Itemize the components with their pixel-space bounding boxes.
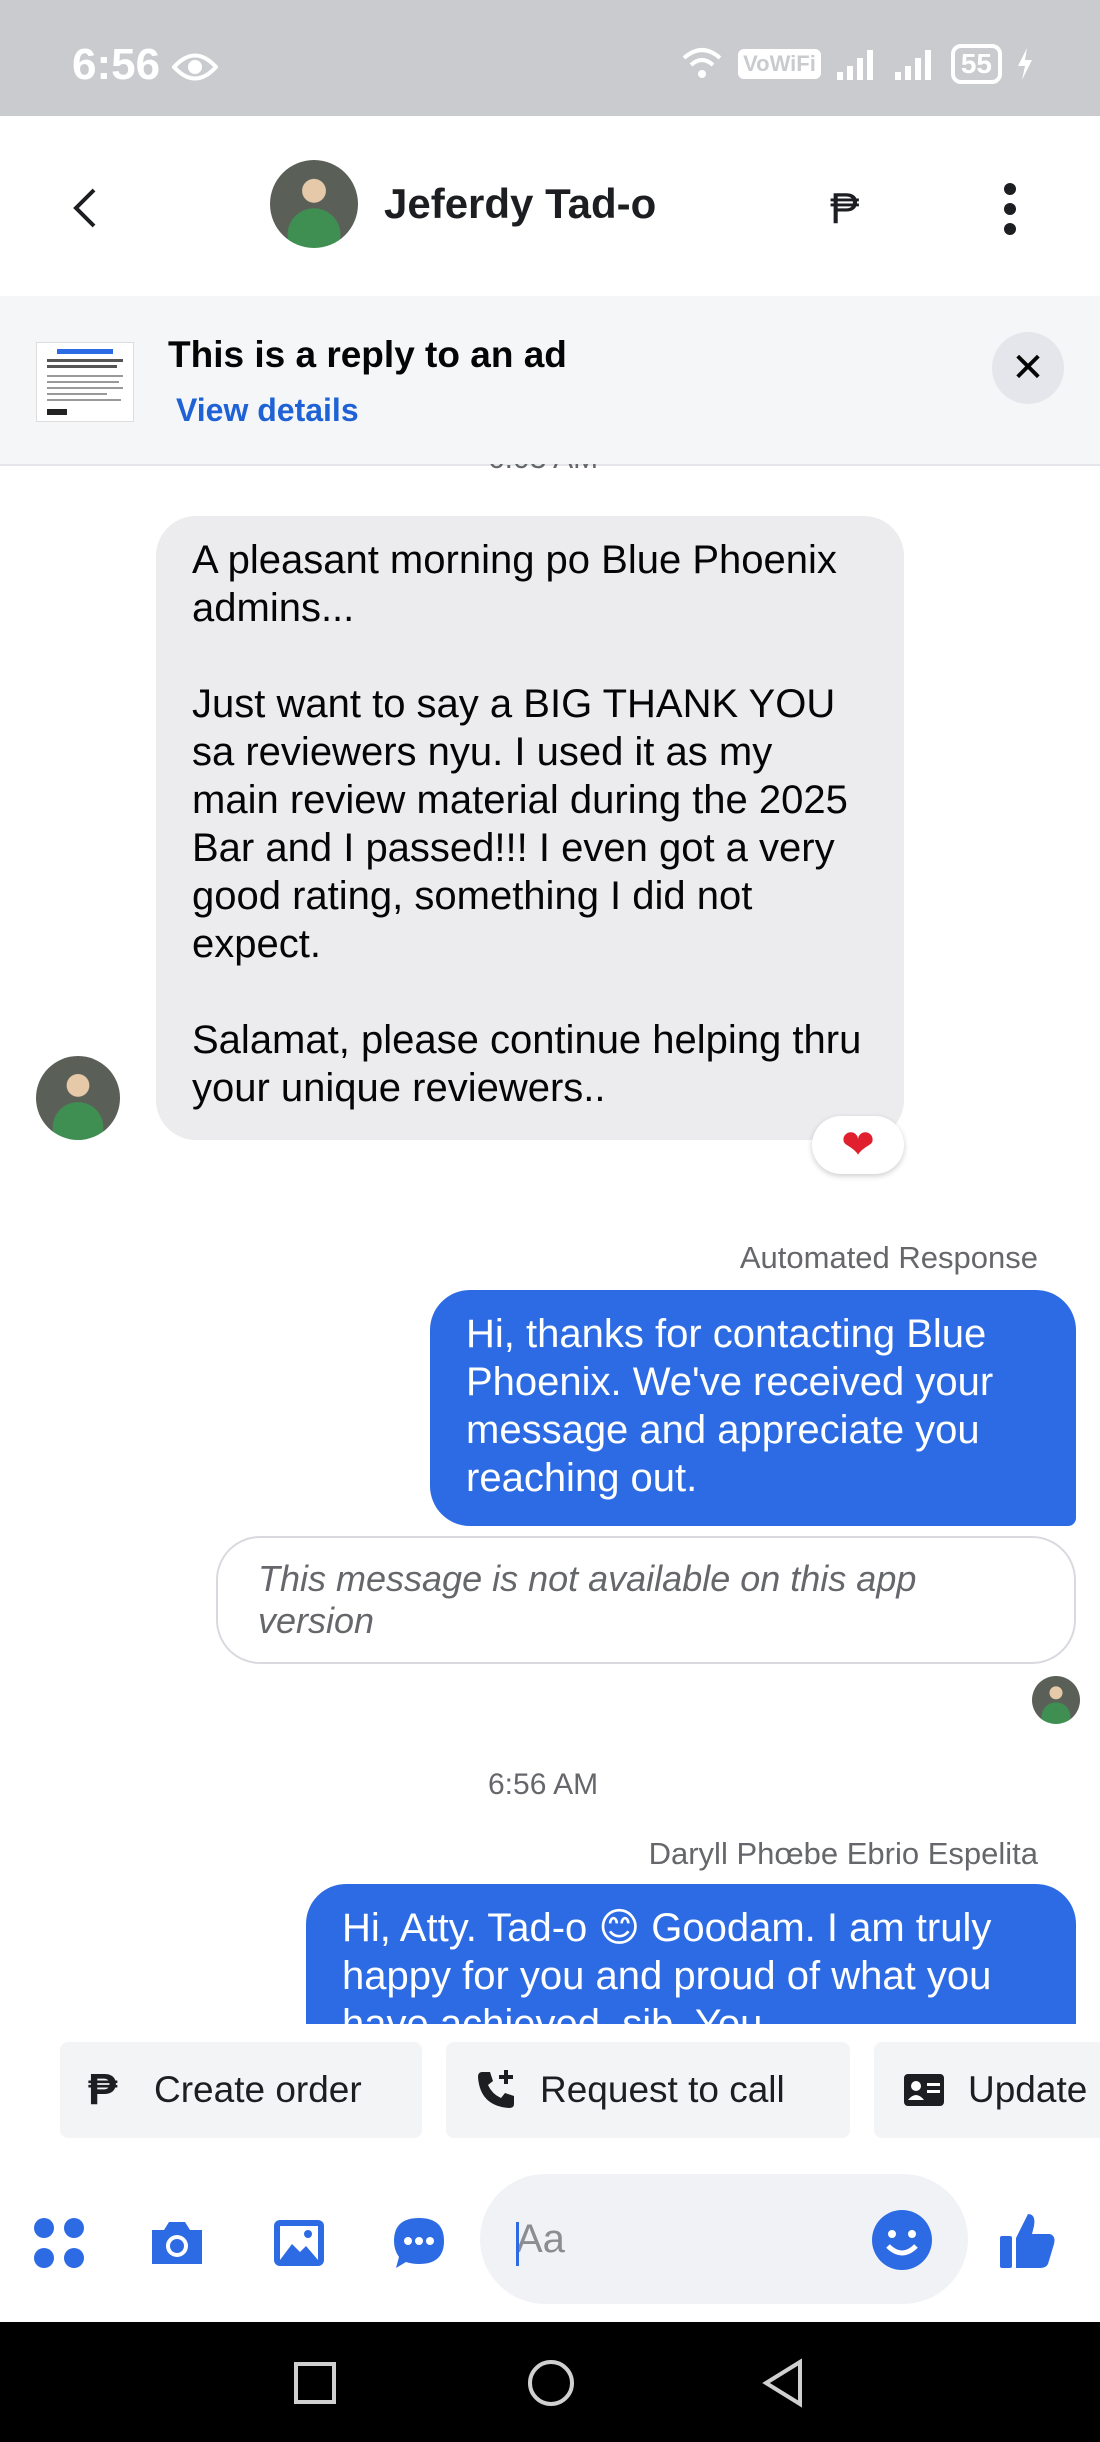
vowifi-badge: VoWiFi [738,49,821,79]
ad-thumbnail[interactable] [36,342,134,422]
thumbs-up-icon[interactable] [996,2208,1060,2272]
status-indicators: VoWiFi 55 [680,44,1034,84]
system-navigation-bar [0,2322,1100,2442]
signal-icon [836,50,873,80]
contact-card-icon [904,2074,944,2106]
ad-banner-title: This is a reply to an ad [168,334,567,375]
sender-name-label: Daryll Phœbe Ebrio Espelita [648,1836,1038,1871]
peso-icon[interactable]: ₱ [830,184,859,234]
peso-icon: ₱ [88,2065,118,2114]
conversation-header: Jeferdy Tad-o ₱ [0,116,1100,296]
timestamp: 6:03 AM [488,464,598,476]
timestamp: 6:56 AM [488,1768,599,1801]
signal-icon-2 [894,50,931,80]
contact-avatar[interactable] [270,160,358,248]
outgoing-message-bubble[interactable]: Hi, Atty. Tad-o 😊 Goodam. I am truly hap… [306,1884,1076,2024]
chat-bubble-icon[interactable] [390,2214,448,2272]
update-label: Update [968,2069,1088,2110]
charging-icon [1018,48,1032,80]
message-composer [0,2156,1100,2322]
sender-avatar[interactable] [36,1056,120,1140]
automated-response-label: Automated Response [739,1240,1038,1275]
status-bar: 6:56 VoWiFi 55 [0,0,1100,116]
incoming-message-bubble[interactable]: A pleasant morning po Blue Phoenix admin… [156,516,904,1140]
wifi-icon [682,48,722,78]
unavailable-message-notice: This message is not available on this ap… [216,1536,1076,1664]
outgoing-message-bubble[interactable]: Hi, thanks for contacting Blue Phoenix. … [430,1290,1076,1526]
camera-icon[interactable] [148,2214,206,2272]
close-icon[interactable]: ✕ [992,332,1064,404]
heart-reaction-icon[interactable]: ❤ [812,1116,904,1174]
eye-icon [172,53,218,81]
contact-name[interactable]: Jeferdy Tad-o [384,180,656,228]
more-options-icon[interactable] [1000,182,1020,236]
phone-add-icon [478,2070,514,2108]
create-order-label: Create order [154,2069,362,2110]
request-to-call-label: Request to call [540,2069,785,2110]
back-nav-icon[interactable] [760,2358,806,2408]
status-time: 6:56 [72,40,161,89]
update-button[interactable]: Update [874,2042,1100,2138]
view-details-link[interactable]: View details [176,392,359,429]
emoji-icon[interactable] [870,2208,934,2272]
gallery-icon[interactable] [270,2214,328,2272]
read-receipt-avatar [1032,1676,1080,1724]
recent-apps-icon[interactable] [292,2360,338,2406]
quick-actions-bar: ₱ Create order Request to call Update [0,2022,1100,2152]
create-order-button[interactable]: ₱ Create order [60,2042,422,2138]
request-to-call-button[interactable]: Request to call [446,2042,850,2138]
menu-grid-icon[interactable] [30,2214,88,2272]
battery-indicator: 55 [950,44,1002,84]
text-caret [516,2222,519,2266]
back-arrow-icon[interactable] [64,186,108,230]
home-icon[interactable] [526,2358,576,2408]
ad-reply-banner: This is a reply to an ad View details ✕ [0,296,1100,466]
message-list[interactable]: 6:03 AM A pleasant morning po Blue Phoen… [0,464,1100,2024]
